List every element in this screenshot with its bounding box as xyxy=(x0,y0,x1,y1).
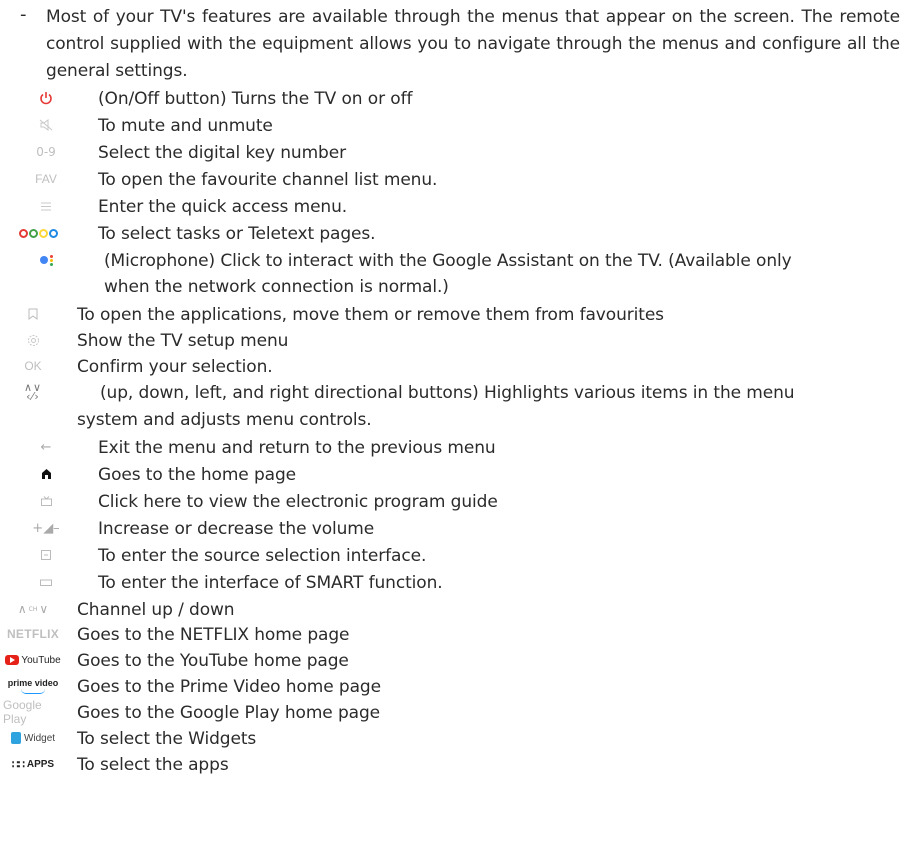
item-text: (Microphone) Click to interact with the … xyxy=(104,251,792,271)
item-text: Confirm your selection. xyxy=(77,357,273,377)
item-text: To select the apps xyxy=(77,755,229,775)
netflix-logo-icon: NETFLIX xyxy=(6,627,60,641)
red-dot-icon xyxy=(18,228,28,238)
list-dash: - xyxy=(20,4,27,25)
item-text: Select the digital key number xyxy=(98,143,346,163)
settings-icon xyxy=(3,328,63,352)
list-item: (Microphone) Click to interact with the … xyxy=(0,248,906,302)
list-item: ← Exit the menu and return to the previo… xyxy=(0,435,906,461)
power-icon xyxy=(16,86,76,110)
item-text: Goes to the Google Play home page xyxy=(77,703,381,723)
list-item: Goes to the home page xyxy=(0,462,906,488)
list-item: ∧ CH ∨ Channel up / down xyxy=(0,597,906,623)
item-text: Show the TV setup menu xyxy=(77,331,289,351)
list-item: Widget To select the Widgets xyxy=(0,726,906,752)
list-item: To mute and unmute xyxy=(0,113,906,139)
source-icon xyxy=(16,543,76,567)
item-text: Click here to view the electronic progra… xyxy=(98,492,498,512)
widget-icon: Widget xyxy=(3,726,63,750)
item-text: To open the favourite channel list menu. xyxy=(98,170,438,190)
directional-icon: ∧∨ ‹⁄› xyxy=(23,381,43,403)
channel-icon: ∧ CH ∨ xyxy=(17,602,49,616)
menu-icon xyxy=(16,194,76,218)
volume-icon: +◢– xyxy=(32,520,60,536)
smart-icon xyxy=(16,570,76,594)
prime-video-logo-icon: prime video xyxy=(3,674,63,698)
list-item: To open the applications, move them or r… xyxy=(0,302,906,328)
item-text: To enter the interface of SMART function… xyxy=(98,573,443,593)
list-item: prime video Goes to the Prime Video home… xyxy=(0,674,906,700)
item-text: (up, down, left, and right directional b… xyxy=(100,383,795,403)
list-item: NETFLIX Goes to the NETFLIX home page xyxy=(0,622,906,648)
list-item: Enter the quick access menu. xyxy=(0,194,906,220)
guide-icon xyxy=(16,489,76,513)
list-item: FAV To open the favourite channel list m… xyxy=(0,167,906,193)
item-text: Enter the quick access menu. xyxy=(98,197,348,217)
item-text: Goes to the home page xyxy=(98,465,297,485)
intro-text: Most of your TV's features are available… xyxy=(46,7,900,81)
bookmark-icon xyxy=(3,302,63,326)
item-text-continued: when the network connection is normal.) xyxy=(104,277,449,297)
item-text: Channel up / down xyxy=(77,600,235,620)
youtube-logo-icon: YouTube xyxy=(3,648,63,672)
item-text: Goes to the Prime Video home page xyxy=(77,677,381,697)
google-assistant-icon xyxy=(16,248,76,272)
blue-dot-icon xyxy=(48,228,58,238)
list-item: ∧∨ ‹⁄› (up, down, left, and right directi… xyxy=(0,380,906,434)
item-text: To mute and unmute xyxy=(98,116,273,136)
google-play-logo-icon: Google Play xyxy=(3,698,42,726)
item-text: To select the Widgets xyxy=(77,729,257,749)
ok-icon: OK xyxy=(24,359,42,373)
list-item: OK Confirm your selection. xyxy=(0,354,906,380)
list-item: +◢– Increase or decrease the volume xyxy=(0,516,906,542)
list-item: ∷∷ APPS To select the apps xyxy=(0,752,906,778)
list-item: 0-9 Select the digital key number xyxy=(0,140,906,166)
back-icon: ← xyxy=(40,439,52,455)
list-item: To select tasks or Teletext pages. xyxy=(0,221,906,247)
item-text: To select tasks or Teletext pages. xyxy=(98,224,376,244)
green-dot-icon xyxy=(28,228,38,238)
list-item: (On/Off button) Turns the TV on or off xyxy=(0,86,906,112)
fav-icon: FAV xyxy=(35,172,57,186)
item-text: Exit the menu and return to the previous… xyxy=(98,438,496,458)
list-item: YouTube Goes to the YouTube home page xyxy=(0,648,906,674)
apps-icon: ∷∷ APPS xyxy=(11,758,55,771)
item-text: Goes to the NETFLIX home page xyxy=(77,625,350,645)
item-text: Increase or decrease the volume xyxy=(98,519,375,539)
item-text: (On/Off button) Turns the TV on or off xyxy=(98,89,413,109)
color-keys-icon xyxy=(8,221,68,245)
list-item: To enter the source selection interface. xyxy=(0,543,906,569)
item-text: To open the applications, move them or r… xyxy=(77,305,664,325)
list-item: Show the TV setup menu xyxy=(0,328,906,354)
list-item: Click here to view the electronic progra… xyxy=(0,489,906,515)
digit-keys-icon: 0-9 xyxy=(36,145,56,159)
yellow-dot-icon xyxy=(38,228,48,238)
item-text: To enter the source selection interface. xyxy=(98,546,427,566)
list-item: To enter the interface of SMART function… xyxy=(0,570,906,596)
mute-icon xyxy=(16,113,76,137)
intro-paragraph: - Most of your TV's features are availab… xyxy=(10,4,900,85)
item-text: Goes to the YouTube home page xyxy=(77,651,349,671)
home-icon xyxy=(16,462,76,486)
list-item: Google Play Goes to the Google Play home… xyxy=(0,698,906,726)
item-text-continued: system and adjusts menu controls. xyxy=(77,410,372,430)
